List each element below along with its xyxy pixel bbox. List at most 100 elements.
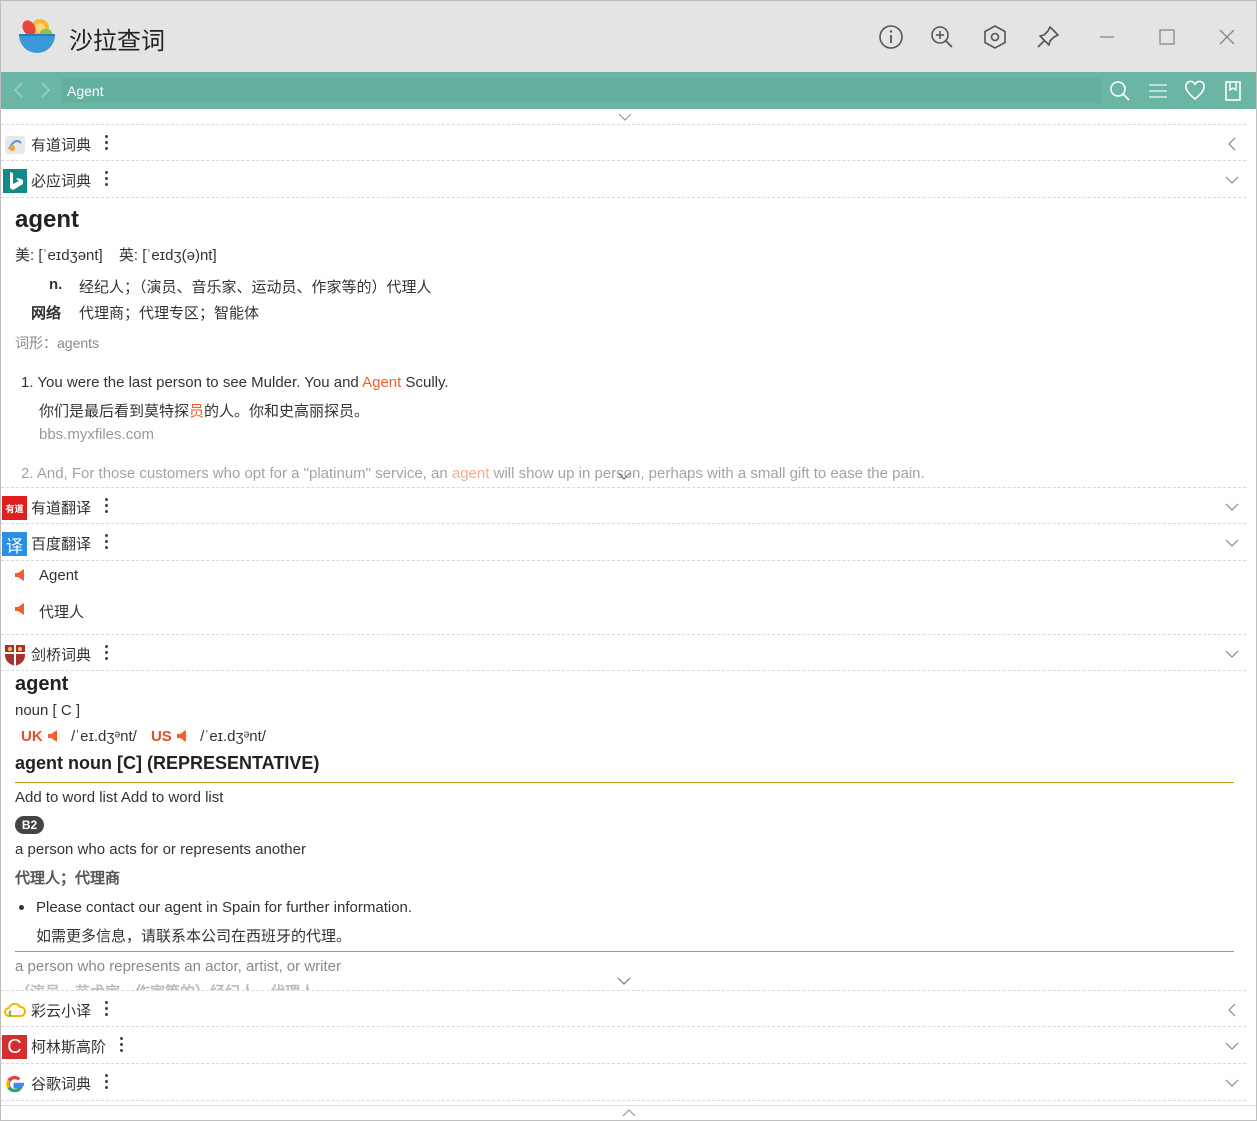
section-menu-icon[interactable] xyxy=(103,496,109,516)
speaker-icon[interactable] xyxy=(14,602,26,616)
example-highlight: 员 xyxy=(189,403,205,420)
back-arrow-icon[interactable] xyxy=(9,80,29,100)
section-menu-icon[interactable] xyxy=(103,1072,109,1092)
example-text: 的人。你和史高丽探员。 xyxy=(204,403,370,420)
youdao-translate-icon: 有道 xyxy=(2,496,27,520)
section-menu-icon[interactable] xyxy=(103,133,109,153)
section-menu-icon[interactable] xyxy=(103,643,109,663)
cambridge-definition-2: a person who represents an actor, artist… xyxy=(15,958,341,975)
maximize-button[interactable] xyxy=(1153,23,1181,51)
example-text: You were the last person to see Mulder. … xyxy=(37,374,359,391)
salad-bowl-logo-icon xyxy=(19,19,55,53)
speaker-icon[interactable] xyxy=(14,568,26,582)
chevron-left-icon[interactable] xyxy=(1224,1002,1240,1018)
section-header-google[interactable]: 谷歌词典 xyxy=(1,1064,1246,1101)
cambridge-crest-icon xyxy=(5,645,25,666)
cambridge-definition-2-zh-clip: （演员、艺术家、作家等的）经纪人，代理人 xyxy=(15,981,515,990)
section-menu-icon[interactable] xyxy=(103,532,109,552)
example-highlight: agent xyxy=(451,465,490,482)
collins-icon: C xyxy=(2,1035,27,1059)
section-header-bing[interactable]: 必应词典 xyxy=(1,161,1246,198)
title-bar: 沙拉查词 xyxy=(1,1,1256,72)
bing-word: agent xyxy=(15,206,80,233)
close-icon xyxy=(1219,29,1235,45)
search-icon xyxy=(1110,81,1130,101)
baidu-translation-source: Agent xyxy=(39,567,79,584)
chevron-down-icon[interactable] xyxy=(1224,535,1240,551)
expand-all-chevron-icon[interactable] xyxy=(617,112,633,122)
chevron-up-icon[interactable] xyxy=(621,1108,637,1118)
section-header-cambridge[interactable]: 剑桥词典 xyxy=(1,634,1246,671)
speaker-icon[interactable] xyxy=(47,729,59,743)
example-text: And, For those customers who opt for a "… xyxy=(36,465,448,482)
section-menu-icon[interactable] xyxy=(103,169,109,189)
section-header-youdao[interactable]: 有道词典 xyxy=(1,124,1246,161)
forward-arrow-icon[interactable] xyxy=(35,80,55,100)
baidu-translation-result: 代理人 xyxy=(39,604,85,621)
settings-button[interactable] xyxy=(981,23,1009,51)
info-button[interactable] xyxy=(877,23,905,51)
search-bar xyxy=(1,72,1256,109)
add-to-word-list-link[interactable]: Add to word list Add to word list xyxy=(15,789,223,806)
favorite-button[interactable] xyxy=(1184,80,1206,102)
chevron-down-icon[interactable] xyxy=(1224,646,1240,662)
chevron-left-icon[interactable] xyxy=(1224,136,1240,152)
cambridge-sense-heading: agent noun [C] (REPRESENTATIVE) xyxy=(15,753,320,773)
zoom-in-button[interactable] xyxy=(928,23,956,51)
expand-section-chevron-icon[interactable] xyxy=(616,976,632,986)
cambridge-definition: a person who acts for or represents anot… xyxy=(15,841,306,858)
wordbook-button[interactable] xyxy=(1222,80,1244,102)
section-header-caiyun[interactable]: 彩云小译 xyxy=(1,990,1246,1027)
google-icon xyxy=(6,1076,24,1093)
phonetic-us: [ˈeɪdʒənt] xyxy=(38,247,103,264)
pos-web: 网络 xyxy=(31,305,62,322)
example-2-en: 2. And, For those customers who opt for … xyxy=(21,465,925,482)
app-window: 沙拉查词 Agent 有道词典 必应词典 agent 美: [ˈeɪdʒənt]… xyxy=(0,0,1257,1121)
chevron-down-icon[interactable] xyxy=(1224,172,1240,188)
bing-icon xyxy=(3,169,27,193)
pos-noun: n. xyxy=(49,276,63,293)
close-button[interactable] xyxy=(1213,23,1241,51)
example-highlight: Agent xyxy=(362,374,402,391)
us-label: US xyxy=(150,728,172,745)
menu-icon xyxy=(1149,84,1167,98)
section-header-baidu[interactable]: 译 百度翻译 xyxy=(1,524,1246,561)
cambridge-pronunciations: UK /ˈeɪ.dʒᵊnt/ US /ˈeɪ.dʒᵊnt/ xyxy=(21,728,266,745)
phonetic-uk: [ˈeɪdʒ(ə)nt] xyxy=(142,247,217,264)
bookmark-icon xyxy=(1225,81,1241,101)
search-input[interactable] xyxy=(61,78,1101,103)
sense-divider xyxy=(15,782,1234,783)
youdao-dict-icon xyxy=(5,136,25,154)
info-icon xyxy=(879,25,903,49)
chevron-down-icon[interactable] xyxy=(1224,1075,1240,1091)
section-menu-icon[interactable] xyxy=(103,999,109,1019)
cambridge-pos: noun [ C ] xyxy=(15,702,81,719)
section-header-youdao-translate[interactable]: 有道 有道翻译 xyxy=(1,487,1246,524)
us-ipa: /ˈeɪ.dʒᵊnt/ xyxy=(200,728,266,745)
footer-divider xyxy=(1,1105,1256,1106)
minimize-button[interactable] xyxy=(1093,23,1121,51)
expand-section-chevron-icon[interactable] xyxy=(616,471,632,481)
pin-icon xyxy=(1037,26,1059,48)
example-1-source-link[interactable]: bbs.myxfiles.com xyxy=(39,426,154,443)
section-title-google: 谷歌词典 xyxy=(31,1075,92,1093)
pin-button[interactable] xyxy=(1034,23,1062,51)
chevron-down-icon[interactable] xyxy=(1224,499,1240,515)
speaker-icon[interactable] xyxy=(176,729,188,743)
section-header-collins[interactable]: C 柯林斯高阶 xyxy=(1,1027,1246,1064)
zoom-in-icon xyxy=(931,26,953,48)
phonetic-us-label: 美: xyxy=(15,247,35,264)
caiyun-cloud-icon xyxy=(4,1002,27,1017)
chevron-down-icon[interactable] xyxy=(1224,1038,1240,1054)
cambridge-example-zh: 如需更多信息，请联系本公司在西班牙的代理。 xyxy=(36,928,352,945)
section-title-baidu: 百度翻译 xyxy=(31,535,92,553)
phonetic-uk-label: 英: xyxy=(118,247,139,264)
example-1-en: 1. You were the last person to see Mulde… xyxy=(21,374,449,391)
example-number: 2. xyxy=(21,465,34,482)
example-text: Scully. xyxy=(405,374,449,391)
menu-button[interactable] xyxy=(1147,80,1169,102)
section-menu-icon[interactable] xyxy=(118,1035,124,1055)
example-1-zh: 你们是最后看到莫特探员的人。你和史高丽探员。 xyxy=(39,400,369,421)
settings-icon xyxy=(984,25,1006,49)
search-button[interactable] xyxy=(1109,80,1131,102)
